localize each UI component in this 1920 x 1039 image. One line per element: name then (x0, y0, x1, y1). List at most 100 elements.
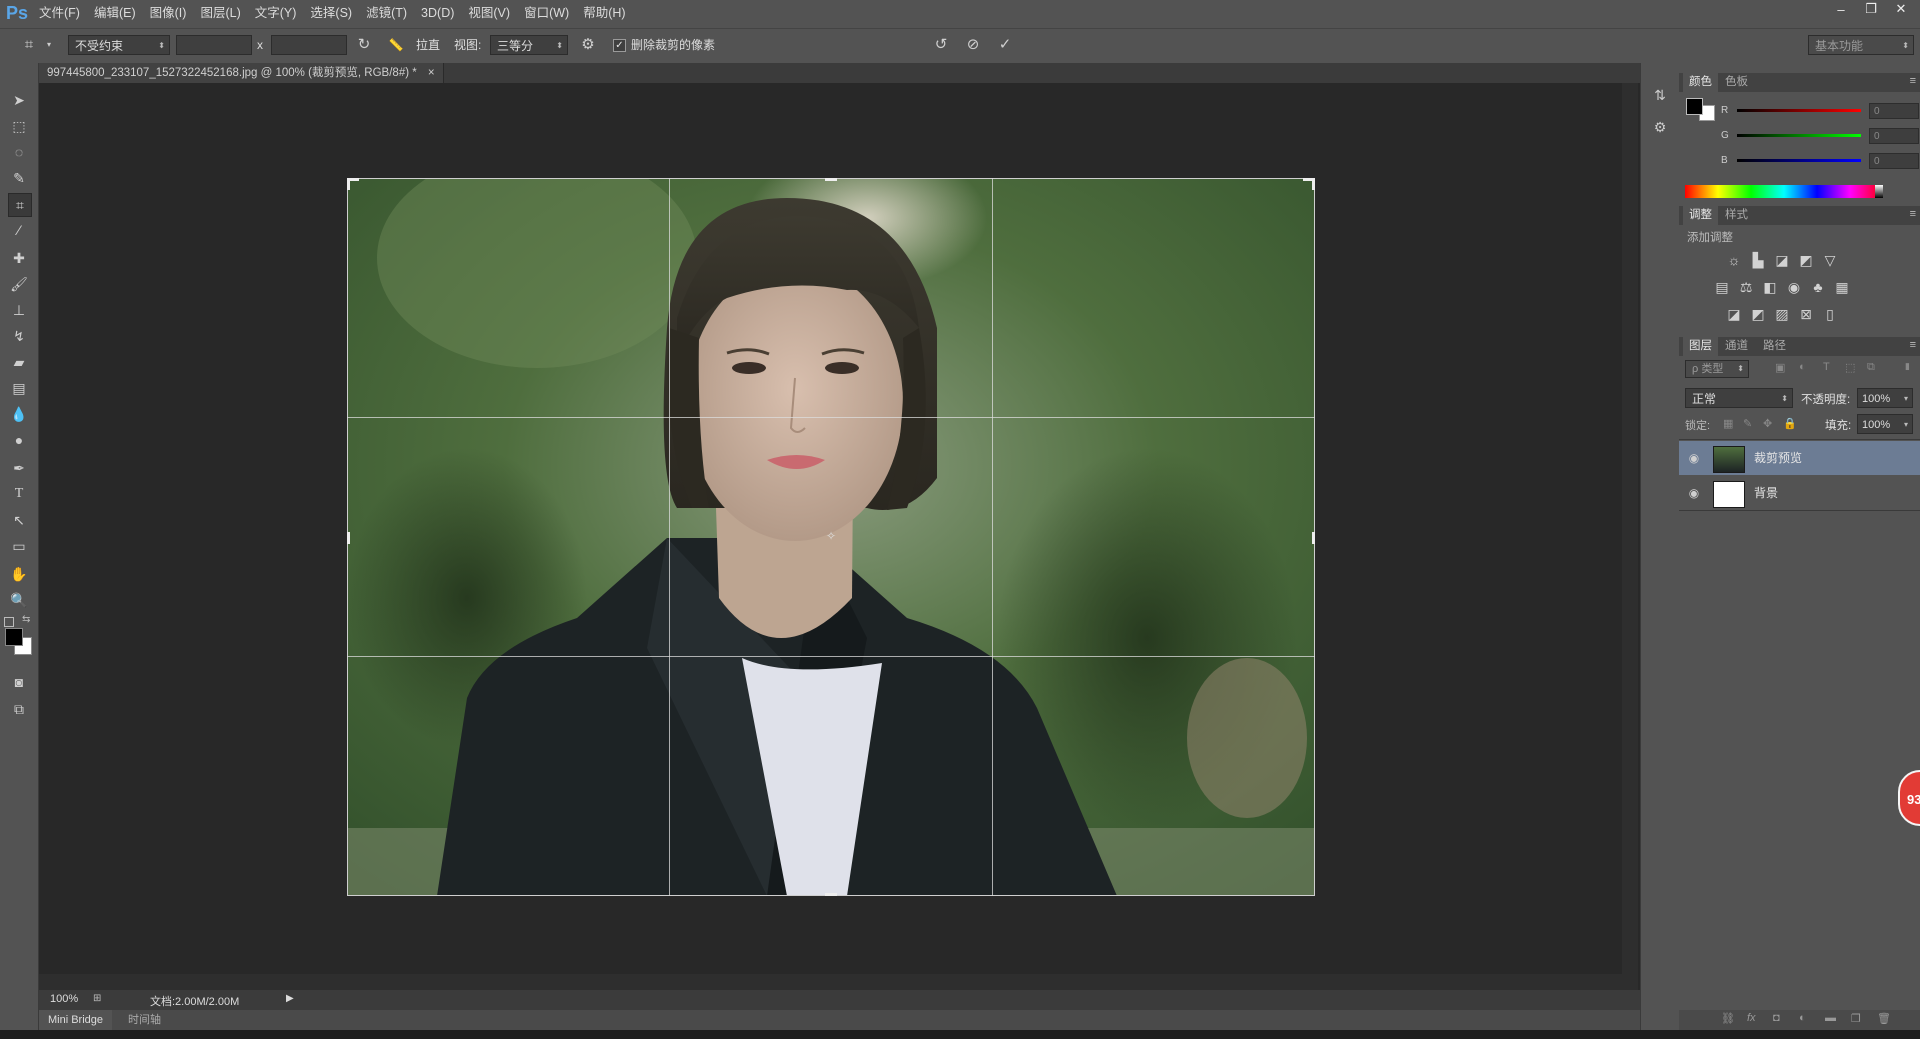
red-value-input[interactable]: 0 (1869, 103, 1919, 119)
layer-name[interactable]: 背景 (1754, 476, 1778, 510)
opacity-input[interactable]: 100% ▾ (1857, 388, 1913, 408)
ratio-preset-select[interactable]: 不受约束 ⬍ (68, 35, 170, 55)
blue-value-input[interactable]: 0 (1869, 153, 1919, 169)
reset-icon[interactable]: ↺ (930, 35, 952, 55)
lasso-tool-icon[interactable]: ◌ (8, 141, 30, 163)
crop-handle[interactable] (825, 178, 837, 181)
document-tab[interactable]: 997445800_233107_1527322452168.jpg @ 100… (39, 63, 444, 83)
filter-pixel-icon[interactable]: ▣ (1775, 361, 1785, 374)
workspace-select[interactable]: 基本功能 ⬍ (1808, 35, 1914, 55)
close-button[interactable]: ✕ (1886, 0, 1916, 18)
fx-icon[interactable]: fx (1747, 1012, 1756, 1024)
filter-type-icon[interactable]: T (1823, 361, 1830, 373)
play-triangle-icon[interactable]: ▶ (286, 993, 294, 1004)
menu-window[interactable]: 窗口(W) (517, 0, 576, 26)
layer-row-crop-preview[interactable]: ◉ 裁剪预览 (1679, 441, 1920, 475)
gradient-map-icon[interactable]: ⊠ (1797, 305, 1815, 323)
lock-all-icon[interactable]: 🔒 (1783, 417, 1797, 430)
move-tool-icon[interactable]: ➤ (8, 89, 30, 111)
crop-handle[interactable] (1312, 532, 1315, 544)
tab-paths[interactable]: 路径 (1757, 337, 1792, 356)
vertical-scrollbar[interactable] (1622, 83, 1638, 990)
curves-icon[interactable]: ◪ (1773, 251, 1791, 269)
swap-colors-icon[interactable]: ⇆ (22, 614, 30, 625)
threshold-icon[interactable]: ▨ (1773, 305, 1791, 323)
eye-icon[interactable]: ◉ (1685, 476, 1703, 510)
color-balance-icon[interactable]: ⚖ (1737, 278, 1755, 296)
delete-pixels-checkbox[interactable]: ✓ (613, 39, 626, 52)
cancel-crop-icon[interactable]: ⊘ (962, 35, 984, 55)
bw-ramp[interactable] (1875, 185, 1883, 198)
tab-adjustments[interactable]: 调整 (1683, 206, 1718, 225)
menu-type[interactable]: 文字(Y) (248, 0, 304, 26)
red-slider[interactable] (1737, 109, 1861, 112)
menu-help[interactable]: 帮助(H) (576, 0, 632, 26)
tab-styles[interactable]: 样式 (1719, 206, 1754, 225)
tab-mini-bridge[interactable]: Mini Bridge (39, 1010, 113, 1030)
tab-swatches[interactable]: 色板 (1719, 73, 1754, 92)
layer-name[interactable]: 裁剪预览 (1754, 441, 1802, 475)
tab-color[interactable]: 颜色 (1683, 73, 1718, 92)
properties-panel-icon[interactable]: ⚙ (1650, 119, 1670, 139)
filter-smart-icon[interactable]: ⧉ (1867, 361, 1875, 374)
photo-filter-icon[interactable]: ◉ (1785, 278, 1803, 296)
healing-brush-tool-icon[interactable]: ✚ (8, 247, 30, 269)
blend-mode-select[interactable]: 正常 ⬍ (1685, 388, 1793, 408)
status-info-icon[interactable]: ⊞ (93, 993, 101, 1004)
panel-menu-icon[interactable]: ≡ (1910, 339, 1916, 351)
filter-shape-icon[interactable]: ⬚ (1845, 361, 1855, 374)
blur-tool-icon[interactable]: 💧 (8, 403, 30, 425)
hue-saturation-icon[interactable]: ▤ (1713, 278, 1731, 296)
brush-tool-icon[interactable]: 🖌 (8, 273, 30, 295)
black-white-icon[interactable]: ◧ (1761, 278, 1779, 296)
eraser-tool-icon[interactable]: ▰ (8, 351, 30, 373)
close-tab-icon[interactable]: × (428, 67, 435, 79)
eyedropper-tool-icon[interactable]: ⁄ (8, 219, 30, 241)
restore-button[interactable]: ❐ (1856, 0, 1886, 18)
clone-stamp-tool-icon[interactable]: ⊥ (8, 299, 30, 321)
pen-tool-icon[interactable]: ✒ (8, 457, 30, 479)
blue-slider[interactable] (1737, 159, 1861, 162)
add-mask-icon[interactable]: ◘ (1773, 1012, 1780, 1024)
crop-width-input[interactable] (176, 35, 252, 55)
quick-select-tool-icon[interactable]: ✎ (8, 167, 30, 189)
link-layers-icon[interactable]: ⛓ (1721, 1012, 1735, 1025)
tab-channels[interactable]: 通道 (1719, 337, 1754, 356)
crop-height-input[interactable] (271, 35, 347, 55)
history-brush-tool-icon[interactable]: ↯ (8, 325, 30, 347)
straighten-label[interactable]: 拉直 (416, 35, 440, 55)
menu-3d[interactable]: 3D(D) (414, 0, 461, 26)
new-layer-icon[interactable]: ❐ (1851, 1012, 1861, 1025)
invert-icon[interactable]: ◪ (1725, 305, 1743, 323)
crop-tool-preset-icon[interactable]: ⌗ (18, 35, 40, 55)
color-spectrum-bar[interactable] (1685, 185, 1883, 198)
trash-icon[interactable]: 🗑 (1877, 1012, 1891, 1025)
dodge-tool-icon[interactable]: ● (8, 429, 30, 451)
layer-row-background[interactable]: ◉ 背景 (1679, 476, 1920, 511)
fill-input[interactable]: 100% ▾ (1857, 414, 1913, 434)
chevron-down-icon[interactable]: ▾ (44, 35, 54, 55)
gradient-tool-icon[interactable]: ▤ (8, 377, 30, 399)
color-lookup-icon[interactable]: ▦ (1833, 278, 1851, 296)
quick-mask-icon[interactable]: ◙ (8, 671, 30, 693)
screen-mode-icon[interactable]: ⧉ (8, 698, 30, 720)
filter-adjust-icon[interactable]: ◐ (1799, 361, 1806, 373)
eye-icon[interactable]: ◉ (1685, 441, 1703, 475)
exposure-icon[interactable]: ◩ (1797, 251, 1815, 269)
filter-toggle-icon[interactable]: ▮ (1905, 361, 1910, 372)
crop-tool-icon[interactable]: ⌗ (8, 193, 32, 217)
menu-select[interactable]: 选择(S) (303, 0, 359, 26)
lock-pixels-icon[interactable]: ✎ (1743, 417, 1752, 430)
horizontal-scrollbar[interactable] (39, 974, 1622, 990)
hand-tool-icon[interactable]: ✋ (8, 563, 30, 585)
channel-mixer-icon[interactable]: ♣ (1809, 278, 1827, 296)
foreground-color-swatch[interactable] (5, 628, 23, 646)
brightness-contrast-icon[interactable]: ☼ (1725, 251, 1743, 269)
history-panel-icon[interactable]: ⇅ (1650, 87, 1670, 107)
zoom-tool-icon[interactable]: 🔍 (8, 589, 30, 611)
menu-edit[interactable]: 编辑(E) (87, 0, 143, 26)
menu-layer[interactable]: 图层(L) (193, 0, 247, 26)
type-tool-icon[interactable]: T (8, 483, 30, 505)
menu-image[interactable]: 图像(I) (143, 0, 194, 26)
vibrance-icon[interactable]: ▽ (1821, 251, 1839, 269)
